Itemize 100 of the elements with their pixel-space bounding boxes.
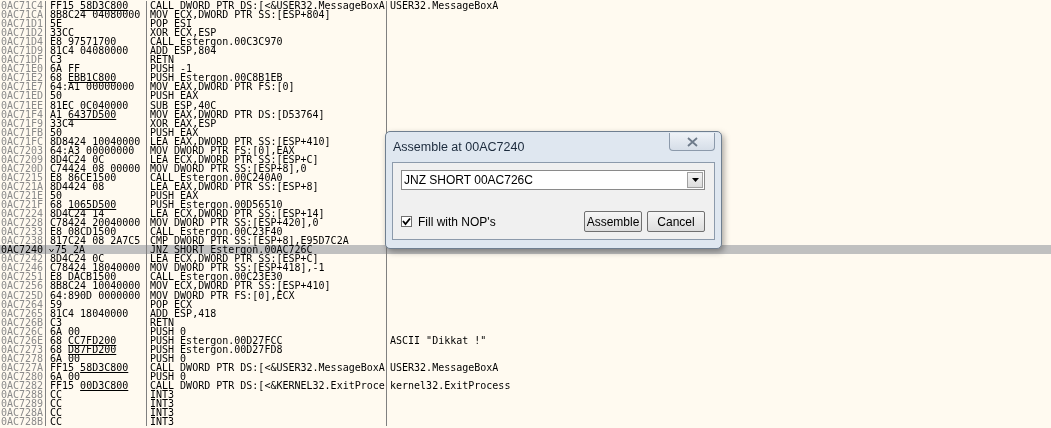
address-link[interactable]: 6437D500 bbox=[68, 108, 117, 120]
address-text: 0AC7209 bbox=[0, 154, 46, 164]
address-text: 0AC71EE bbox=[0, 100, 46, 110]
close-icon bbox=[686, 136, 698, 147]
command-field[interactable]: JNZ SHORT 00AC726C bbox=[401, 170, 705, 190]
address-text: 0AC71DF bbox=[0, 55, 46, 65]
hex-bytes: 8B8C24 04080000 bbox=[50, 9, 141, 21]
address-text: 0AC71D2 bbox=[0, 28, 46, 38]
hex-bytes: 59 bbox=[50, 298, 63, 310]
address-text: 0AC7240 bbox=[0, 245, 46, 255]
address-text: 0AC7282 bbox=[0, 380, 46, 390]
hex-bytes: FF15 bbox=[50, 379, 75, 391]
hex-bytes: 8B8C24 10040000 bbox=[50, 280, 141, 292]
address-text: 0AC725D bbox=[0, 290, 46, 300]
address-text: 0AC7215 bbox=[0, 172, 46, 182]
address-text: 0AC7289 bbox=[0, 399, 46, 409]
instruction-text: RETN bbox=[147, 55, 387, 65]
instruction-text: INT3 bbox=[147, 399, 387, 409]
hex-bytes: CC bbox=[50, 389, 63, 400]
instruction-text: INT3 bbox=[147, 417, 387, 427]
address-text: 0AC71D4 bbox=[0, 37, 46, 47]
hex-bytes: C3 bbox=[50, 54, 63, 66]
address-text: 0AC71C4 bbox=[0, 1, 46, 11]
address-text: 0AC721F bbox=[0, 200, 46, 210]
hex-bytes: 68 bbox=[50, 72, 63, 84]
address-link[interactable]: 58D3C800 bbox=[80, 361, 129, 373]
instruction-text: SUB ESP,40C bbox=[147, 100, 387, 110]
instruction-text: CALL DWORD PTR DS:[<&KERNEL32.ExitProce bbox=[147, 380, 387, 390]
instruction-text: XOR ECX,ESP bbox=[147, 28, 387, 38]
instruction-text: CALL Estergon.00C23E30 bbox=[147, 272, 387, 282]
hex-bytes: C74424 08 00000 bbox=[50, 162, 141, 174]
hex-bytes: 33CC bbox=[50, 27, 75, 39]
address-text: 0AC71E2 bbox=[0, 73, 46, 83]
instruction-text: PUSH Estergon.00C8B1EB bbox=[147, 73, 387, 83]
close-button[interactable] bbox=[669, 133, 715, 151]
instruction-text: MOV EAX,DWORD PTR FS:[0] bbox=[147, 82, 387, 92]
address-link[interactable]: CC7FD200 bbox=[68, 334, 117, 346]
dropdown-button[interactable] bbox=[687, 172, 703, 188]
hex-bytes: 68 bbox=[50, 334, 64, 346]
address-text: 0AC721A bbox=[0, 181, 46, 191]
checkbox-label: Fill with NOP's bbox=[418, 214, 496, 229]
hex-bytes: FF15 bbox=[50, 0, 75, 11]
hex-bytes: 817C24 08 2A7C5 bbox=[50, 235, 141, 247]
instruction-text: POP ESI bbox=[147, 19, 387, 29]
hex-bytes: 5E bbox=[50, 18, 63, 30]
hex-bytes: 8D8424 10040000 bbox=[50, 135, 141, 147]
address-text: 0AC721E bbox=[0, 191, 46, 201]
hex-bytes: 64:A1 00000000 bbox=[50, 81, 135, 93]
address-link[interactable]: 00D3C800 bbox=[80, 379, 129, 391]
comment-text: USER32.MessageBoxA bbox=[390, 0, 499, 11]
comment-text: ASCII "Dikkat !" bbox=[390, 334, 487, 346]
hex-bytes: 64:890D 0000000 bbox=[50, 289, 141, 301]
dialog-button[interactable]: Assemble bbox=[584, 211, 642, 232]
address-text: 0AC7233 bbox=[0, 227, 46, 237]
hex-bytes: CC bbox=[50, 416, 63, 428]
instruction-text: RETN bbox=[147, 317, 387, 327]
instruction-text: LEA ECX,DWORD PTR SS:[ESP+C] bbox=[147, 254, 387, 264]
comment-text: kernel32.ExitProcess bbox=[390, 379, 511, 391]
hex-bytes: 8D4C24 14 bbox=[50, 208, 105, 220]
hex-bytes: 33C4 bbox=[50, 117, 75, 129]
caret-icon bbox=[691, 178, 699, 182]
address-text: 0AC7264 bbox=[0, 299, 46, 309]
address-text: 0AC71F9 bbox=[0, 118, 46, 128]
hex-bytes: 68 bbox=[50, 199, 63, 211]
address-text: 0AC7256 bbox=[0, 281, 46, 291]
hex-bytes: CC bbox=[50, 398, 63, 410]
address-text: 0AC7224 bbox=[0, 209, 46, 219]
instruction-text: MOV EAX,DWORD PTR DS:[D53764] bbox=[147, 109, 387, 119]
address-text: 0AC727A bbox=[0, 362, 46, 372]
address-link[interactable]: 58D3C800 bbox=[80, 0, 129, 11]
checkbox[interactable] bbox=[401, 216, 412, 227]
hex-bytes: 64:A3 00000000 bbox=[50, 144, 135, 156]
hex-bytes: 8D4C24 0C bbox=[50, 153, 105, 165]
hex-bytes: FF15 bbox=[50, 361, 75, 373]
hex-bytes: 50 bbox=[50, 90, 63, 102]
instruction-text: PUSH Estergon.00D27FD8 bbox=[147, 344, 387, 354]
address-link[interactable]: D87FD200 bbox=[68, 343, 117, 355]
address-text: 0AC7265 bbox=[0, 308, 46, 318]
instruction-text: ADD ESP,804 bbox=[147, 46, 387, 56]
instruction-text: CALL DWORD PTR DS:[<&USER32.MessageBoxA bbox=[147, 1, 387, 11]
instruction-text: CALL Estergon.00C3C970 bbox=[147, 37, 387, 47]
hex-bytes: 6A FF bbox=[50, 63, 81, 75]
address-text: 0AC726B bbox=[0, 317, 46, 327]
address-text: 0AC7280 bbox=[0, 371, 46, 381]
address-text: 0AC71CA bbox=[0, 10, 46, 20]
hex-bytes: 8D4424 08 bbox=[50, 180, 105, 192]
hex-bytes: CC bbox=[50, 407, 63, 419]
address-text: 0AC7288 bbox=[0, 390, 46, 400]
address-text: 0AC726C bbox=[0, 326, 46, 336]
dialog-button[interactable]: Cancel bbox=[647, 211, 705, 232]
address-text: 0AC7246 bbox=[0, 263, 46, 273]
address-text: 0AC71E0 bbox=[0, 64, 46, 74]
hex-bytes: C3 bbox=[50, 316, 63, 328]
hex-bytes: 68 bbox=[50, 343, 64, 355]
instruction-text: PUSH -1 bbox=[147, 64, 387, 74]
instruction-text: INT3 bbox=[147, 408, 387, 418]
hex-bytes: 6A 00 bbox=[50, 325, 81, 337]
instruction-text: PUSH Estergon.00D27FCC bbox=[147, 335, 387, 345]
address-text: 0AC7273 bbox=[0, 344, 46, 354]
instruction-text: PUSH 0 bbox=[147, 326, 387, 336]
